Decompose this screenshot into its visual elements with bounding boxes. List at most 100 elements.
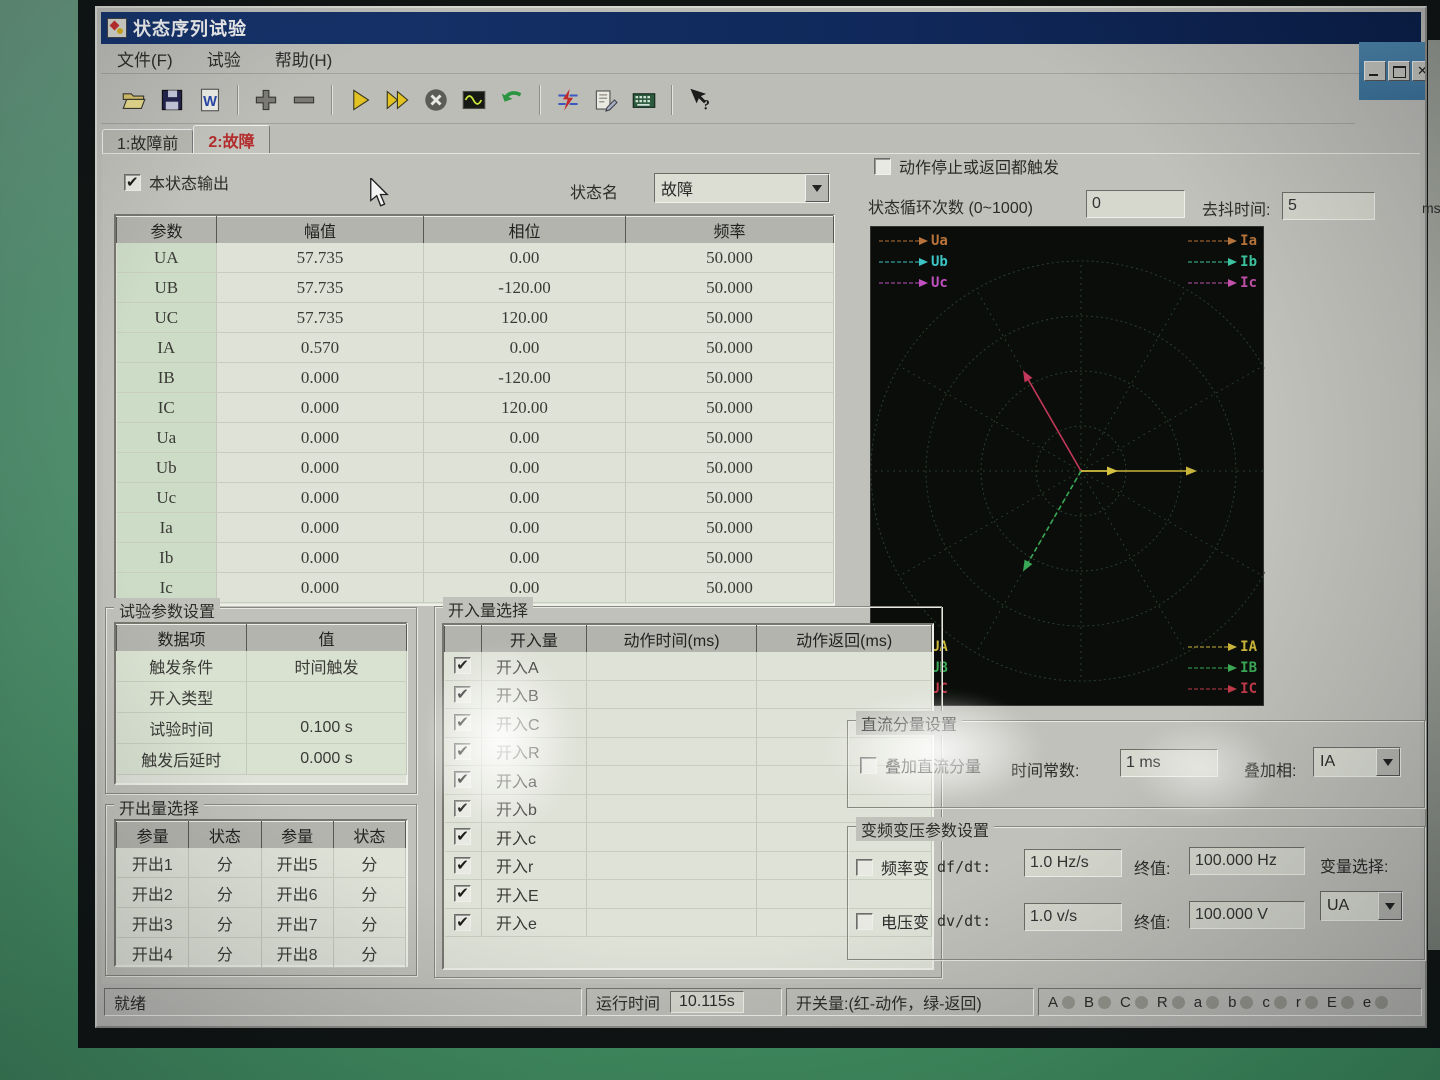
context-help-button[interactable]: ? xyxy=(681,82,719,118)
input-enabled-checkbox[interactable] xyxy=(454,743,471,760)
dc-superimpose-checkbox[interactable] xyxy=(860,757,877,774)
column-header-0[interactable]: 数据项 xyxy=(117,625,247,651)
dfdt-input[interactable] xyxy=(1024,849,1122,877)
report-button[interactable] xyxy=(587,82,625,118)
action-time-cell[interactable] xyxy=(586,652,757,681)
table-row[interactable]: UB57.735-120.0050.000 xyxy=(117,273,834,303)
table-row[interactable]: UA57.7350.0050.000 xyxy=(117,243,834,273)
remove-state-button[interactable] xyxy=(285,82,323,118)
column-header-3[interactable]: 状态 xyxy=(333,822,405,848)
input-enabled-checkbox[interactable] xyxy=(454,914,471,931)
state-output-checkbox[interactable] xyxy=(124,174,141,191)
trigger-settings-button[interactable] xyxy=(549,82,587,118)
waveform-button[interactable] xyxy=(455,82,493,118)
column-header-0[interactable]: 参量 xyxy=(117,822,189,848)
action-return-cell[interactable] xyxy=(757,652,932,681)
column-header-3[interactable]: 频率 xyxy=(626,217,834,243)
table-row[interactable]: 试验时间0.100 s xyxy=(117,713,407,744)
run-continuous-button[interactable] xyxy=(379,82,417,118)
output-state: 分 xyxy=(333,878,405,908)
freq-final-input[interactable] xyxy=(1189,847,1305,875)
table-row[interactable]: 开出4分开出8分 xyxy=(117,938,406,968)
column-header-2[interactable]: 相位 xyxy=(424,217,626,243)
action-time-cell[interactable] xyxy=(586,823,757,852)
soft-keyboard-button[interactable] xyxy=(625,82,663,118)
volt-ramp-checkbox[interactable] xyxy=(856,913,873,930)
action-time-cell[interactable] xyxy=(586,709,757,738)
parameter-table[interactable]: 参数幅值相位频率UA57.7350.0050.000UB57.735-120.0… xyxy=(116,216,834,603)
dropdown-arrow-icon[interactable] xyxy=(805,174,829,202)
input-row[interactable]: 开入A xyxy=(445,652,932,681)
action-time-cell[interactable] xyxy=(586,680,757,709)
save-button[interactable] xyxy=(153,82,191,118)
output-select-table[interactable]: 参量状态参量状态开出1分开出5分开出2分开出6分开出3分开出7分开出4分开出8分 xyxy=(116,821,406,968)
column-header-0[interactable]: 开入量 xyxy=(481,626,586,652)
table-row[interactable]: Ub0.0000.0050.000 xyxy=(117,453,834,483)
table-row[interactable]: 开出2分开出6分 xyxy=(117,878,406,908)
menu-item-1[interactable]: 试验 xyxy=(207,46,241,71)
freq-ramp-checkbox[interactable] xyxy=(856,859,873,876)
table-row[interactable]: 开出3分开出7分 xyxy=(117,908,406,938)
column-header-1[interactable]: 动作时间(ms) xyxy=(586,626,757,652)
trigger-on-stop-checkbox[interactable] xyxy=(874,158,891,175)
table-row[interactable]: UC57.735120.0050.000 xyxy=(117,303,834,333)
menu-item-0[interactable]: 文件(F) xyxy=(117,46,173,71)
stop-button[interactable] xyxy=(417,82,455,118)
action-time-cell[interactable] xyxy=(586,766,757,795)
dvdt-input[interactable] xyxy=(1024,903,1122,931)
input-enabled-checkbox[interactable] xyxy=(454,800,471,817)
input-row[interactable]: 开入B xyxy=(445,680,932,709)
input-enabled-checkbox[interactable] xyxy=(454,714,471,731)
action-time-cell[interactable] xyxy=(586,794,757,823)
table-row[interactable]: IC0.000120.0050.000 xyxy=(117,393,834,423)
dropdown-arrow-icon[interactable] xyxy=(1376,748,1400,776)
revert-button[interactable] xyxy=(493,82,531,118)
input-enabled-checkbox[interactable] xyxy=(454,857,471,874)
menu-item-2[interactable]: 帮助(H) xyxy=(275,46,333,71)
input-enabled-checkbox[interactable] xyxy=(454,771,471,788)
input-enabled-checkbox[interactable] xyxy=(454,828,471,845)
variable-select-dropdown[interactable]: UA xyxy=(1320,891,1403,921)
action-time-cell[interactable] xyxy=(586,880,757,909)
tab-2[interactable]: 2:故障 xyxy=(193,125,269,153)
table-row[interactable]: 触发条件时间触发 xyxy=(117,651,407,682)
tab-1[interactable]: 1:故障前 xyxy=(102,129,193,153)
close-button[interactable] xyxy=(1412,61,1425,81)
column-header-1[interactable]: 值 xyxy=(247,625,407,651)
state-name-dropdown[interactable]: 故障 xyxy=(654,173,830,203)
column-header-2[interactable]: 参量 xyxy=(261,822,333,848)
column-header-1[interactable]: 幅值 xyxy=(217,217,424,243)
table-row[interactable]: 触发后延时0.000 s xyxy=(117,744,407,775)
run-button[interactable] xyxy=(341,82,379,118)
minimize-button[interactable] xyxy=(1364,61,1386,81)
input-enabled-checkbox[interactable] xyxy=(454,686,471,703)
loop-count-input[interactable] xyxy=(1086,190,1185,218)
volt-final-input[interactable] xyxy=(1189,901,1305,929)
table-row[interactable]: Ia0.0000.0050.000 xyxy=(117,513,834,543)
table-row[interactable]: Ua0.0000.0050.000 xyxy=(117,423,834,453)
dropdown-arrow-icon[interactable] xyxy=(1378,892,1402,920)
add-state-button[interactable] xyxy=(247,82,285,118)
time-constant-input[interactable] xyxy=(1120,749,1218,777)
table-row[interactable]: 开出1分开出5分 xyxy=(117,848,406,878)
column-header-2[interactable]: 动作返回(ms) xyxy=(757,626,932,652)
action-time-cell[interactable] xyxy=(586,851,757,880)
action-return-cell[interactable] xyxy=(757,680,932,709)
open-file-button[interactable] xyxy=(115,82,153,118)
table-row[interactable]: Ib0.0000.0050.000 xyxy=(117,543,834,573)
column-header-1[interactable]: 状态 xyxy=(189,822,261,848)
superimpose-phase-dropdown[interactable]: IA xyxy=(1313,747,1401,777)
action-time-cell[interactable] xyxy=(586,908,757,937)
table-row[interactable]: 开入类型 xyxy=(117,682,407,713)
input-enabled-checkbox[interactable] xyxy=(454,885,471,902)
table-row[interactable]: Uc0.0000.0050.000 xyxy=(117,483,834,513)
maximize-button[interactable] xyxy=(1388,61,1410,81)
table-row[interactable]: IB0.000-120.0050.000 xyxy=(117,363,834,393)
action-time-cell[interactable] xyxy=(586,737,757,766)
test-params-table[interactable]: 数据项值触发条件时间触发开入类型试验时间0.100 s触发后延时0.000 s xyxy=(116,624,407,775)
export-word-button[interactable]: W xyxy=(191,82,229,118)
debounce-input[interactable] xyxy=(1282,192,1375,220)
table-row[interactable]: IA0.5700.0050.000 xyxy=(117,333,834,363)
column-header-0[interactable]: 参数 xyxy=(117,217,217,243)
input-enabled-checkbox[interactable] xyxy=(454,657,471,674)
